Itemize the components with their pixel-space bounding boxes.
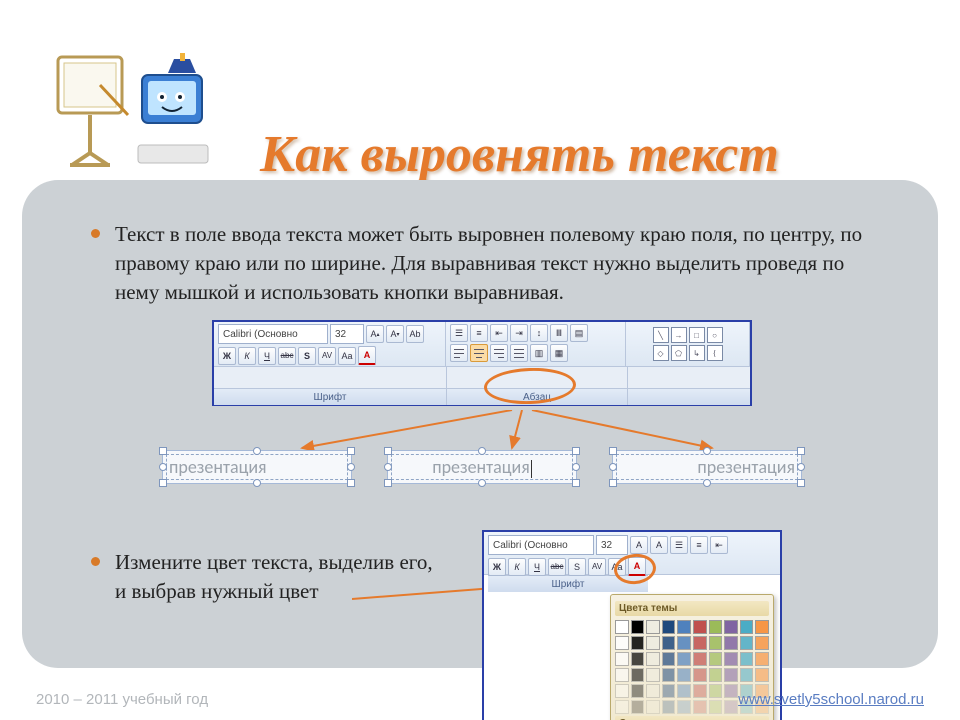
underline-button[interactable]: Ч <box>258 347 276 365</box>
color-swatch[interactable] <box>646 620 660 634</box>
color-swatch[interactable] <box>709 636 723 650</box>
shrink-font-button-2[interactable]: A <box>650 536 668 554</box>
color-swatch[interactable] <box>693 636 707 650</box>
color-swatch[interactable] <box>631 620 645 634</box>
color-swatch[interactable] <box>740 652 754 666</box>
ribbon-group-font-label: Шрифт <box>214 388 446 405</box>
bold-button[interactable]: Ж <box>218 347 236 365</box>
footer-year: 2010 – 2011 учебный год <box>36 691 208 708</box>
bullet-alignment: Текст в поле ввода текста может быть выр… <box>87 220 887 307</box>
shadow-button-2[interactable]: S <box>568 558 586 576</box>
bold-button-2[interactable]: Ж <box>488 558 506 576</box>
convert-smartart-button[interactable]: ▦ <box>550 344 568 362</box>
color-swatch[interactable] <box>646 636 660 650</box>
color-swatch[interactable] <box>740 636 754 650</box>
color-swatch[interactable] <box>755 636 769 650</box>
color-swatch[interactable] <box>755 620 769 634</box>
bullet-color: Измените цвет текста, выделив его, и выб… <box>87 548 507 606</box>
char-spacing-button[interactable]: AV <box>318 347 336 365</box>
numbering-button[interactable]: ≡ <box>470 324 488 342</box>
shrink-font-button[interactable]: A▾ <box>386 325 404 343</box>
grow-font-button-2[interactable]: A <box>630 536 648 554</box>
align-right-button[interactable] <box>490 344 508 362</box>
text-direction-button[interactable]: Ⅲ <box>550 324 568 342</box>
color-swatch[interactable] <box>646 668 660 682</box>
italic-button-2[interactable]: К <box>508 558 526 576</box>
color-swatch[interactable] <box>615 636 629 650</box>
callout-arrows-alignment <box>212 410 752 450</box>
strike-button[interactable]: abc <box>278 347 296 365</box>
color-swatch[interactable] <box>724 620 738 634</box>
align-center-button[interactable] <box>470 344 488 362</box>
alignment-samples: презентация презентация презентация <box>162 450 802 484</box>
color-swatch[interactable] <box>740 668 754 682</box>
bullets-button[interactable]: ☰ <box>450 324 468 342</box>
footer-link[interactable]: www.svetly5school.narod.ru <box>738 691 924 708</box>
font-name-box[interactable]: Calibri (Основно <box>218 324 328 344</box>
color-swatch[interactable] <box>709 620 723 634</box>
bullets-button-2[interactable]: ☰ <box>670 536 688 554</box>
color-swatch[interactable] <box>615 668 629 682</box>
color-swatch[interactable] <box>740 620 754 634</box>
color-theme-header: Цвета темы <box>615 601 769 616</box>
slide-title: Как выровнять текст <box>260 125 920 184</box>
ribbon-group-draw-label <box>628 388 750 405</box>
columns-button[interactable]: ▥ <box>530 344 548 362</box>
color-swatch[interactable] <box>677 636 691 650</box>
color-swatch[interactable] <box>693 668 707 682</box>
clear-format-button[interactable]: Ab <box>406 325 424 343</box>
align-text-button[interactable]: ▤ <box>570 324 588 342</box>
ribbon-group-para-label: Абзац <box>447 388 627 405</box>
sample-align-center: презентация <box>387 450 577 484</box>
strike-button-2[interactable]: abc <box>548 558 566 576</box>
font-name-box-2[interactable]: Calibri (Основно <box>488 535 594 555</box>
line-spacing-button[interactable]: ↕ <box>530 324 548 342</box>
spacing-button-2[interactable]: AV <box>588 558 606 576</box>
content-panel: Текст в поле ввода текста может быть выр… <box>22 180 938 668</box>
numbering-button-2[interactable]: ≡ <box>690 536 708 554</box>
color-swatch[interactable] <box>662 652 676 666</box>
grow-font-button[interactable]: A▴ <box>366 325 384 343</box>
color-swatch[interactable] <box>709 668 723 682</box>
align-justify-button[interactable] <box>510 344 528 362</box>
color-swatch[interactable] <box>677 652 691 666</box>
color-swatch[interactable] <box>631 668 645 682</box>
indent-dec-button[interactable]: ⇤ <box>490 324 508 342</box>
underline-button-2[interactable]: Ч <box>528 558 546 576</box>
sample-align-left: презентация <box>162 450 352 484</box>
color-swatch[interactable] <box>755 668 769 682</box>
font-size-box[interactable]: 32 <box>330 324 364 344</box>
color-swatch[interactable] <box>662 636 676 650</box>
color-swatch[interactable] <box>615 620 629 634</box>
color-swatch[interactable] <box>662 620 676 634</box>
color-swatch[interactable] <box>631 652 645 666</box>
align-left-button[interactable] <box>450 344 468 362</box>
sample-align-right: презентация <box>612 450 802 484</box>
font-size-box-2[interactable]: 32 <box>596 535 628 555</box>
color-swatch[interactable] <box>709 652 723 666</box>
color-swatch[interactable] <box>631 636 645 650</box>
font-color-button[interactable]: A <box>358 346 376 365</box>
mascot-illustration <box>50 45 220 185</box>
italic-button[interactable]: К <box>238 347 256 365</box>
slide-footer: 2010 – 2011 учебный год www.svetly5schoo… <box>0 691 960 708</box>
color-swatch[interactable] <box>724 668 738 682</box>
shadow-button[interactable]: S <box>298 347 316 365</box>
color-swatch[interactable] <box>662 668 676 682</box>
color-swatch[interactable] <box>724 652 738 666</box>
color-swatch[interactable] <box>646 652 660 666</box>
change-case-button[interactable]: Aa <box>338 347 356 365</box>
indent-button-2[interactable]: ⇤ <box>710 536 728 554</box>
indent-inc-button[interactable]: ⇥ <box>510 324 528 342</box>
color-swatch[interactable] <box>677 620 691 634</box>
shapes-gallery[interactable]: ╲→□○ ◇⬠↳{ <box>653 327 723 361</box>
color-swatch[interactable] <box>755 652 769 666</box>
color-standard-header: Стандартные цвета <box>615 716 769 720</box>
color-swatch[interactable] <box>693 620 707 634</box>
ribbon-screenshot-alignment: Calibri (Основно 32 A▴ A▾ Ab Ж К Ч abc S <box>212 320 752 406</box>
color-swatch[interactable] <box>677 668 691 682</box>
color-swatch[interactable] <box>724 636 738 650</box>
color-swatch[interactable] <box>615 652 629 666</box>
color-swatch[interactable] <box>693 652 707 666</box>
